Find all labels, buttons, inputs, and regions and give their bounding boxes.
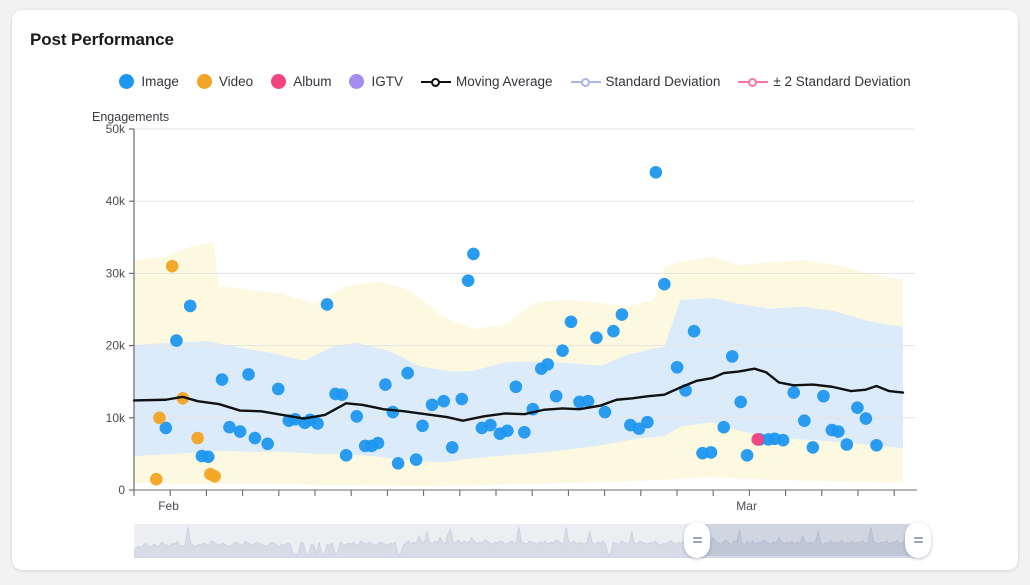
grip-handle-icon [913, 541, 923, 543]
scatter-point-image[interactable] [271, 382, 285, 396]
scatter-plot-svg[interactable]: 0 10k 20k 30k 40k 50k Feb Mar [12, 10, 1018, 530]
scatter-point-image[interactable] [851, 401, 864, 414]
scatter-point-image[interactable] [798, 414, 811, 427]
scatter-point-image[interactable] [564, 315, 578, 329]
scatter-point-video[interactable] [208, 469, 221, 483]
scatter-point-image[interactable] [467, 247, 480, 261]
scatter-point-image[interactable] [541, 358, 554, 371]
scatter-point-image[interactable] [549, 389, 563, 403]
y-tick-label: 20k [106, 339, 126, 353]
scatter-point-video[interactable] [165, 259, 179, 273]
grip-handle-icon [692, 541, 702, 543]
grip-handle-icon [913, 537, 923, 539]
scatter-point-image[interactable] [870, 438, 883, 452]
scatter-point-image[interactable] [776, 433, 790, 447]
scatter-point-image[interactable] [725, 350, 739, 363]
scatter-point-image[interactable] [242, 368, 255, 381]
chart-plot-area[interactable]: 0 10k 20k 30k 40k 50k Feb Mar [12, 10, 1018, 570]
scatter-point-image[interactable] [233, 425, 247, 438]
scatter-point-image[interactable] [261, 437, 274, 451]
scatter-point-image[interactable] [437, 394, 451, 408]
scatter-point-image[interactable] [717, 420, 731, 434]
y-tick-label: 50k [106, 122, 126, 136]
scatter-point-image[interactable] [787, 386, 801, 399]
scatter-point-image[interactable] [598, 405, 612, 419]
scatter-point-image[interactable] [670, 360, 684, 374]
scatter-point-image[interactable] [320, 298, 334, 311]
scatter-point-image[interactable] [817, 389, 830, 403]
scatter-point-image[interactable] [607, 324, 620, 338]
scatter-point-image[interactable] [339, 449, 353, 462]
brush-sparkline[interactable] [134, 522, 922, 558]
scatter-point-image[interactable] [416, 419, 429, 433]
scatter-point-image[interactable] [371, 436, 385, 450]
scatter-point-image[interactable] [248, 431, 262, 445]
scatter-point-image[interactable] [641, 415, 654, 429]
scatter-point-video[interactable] [149, 472, 163, 486]
scatter-point-image[interactable] [832, 425, 845, 438]
scatter-point-image[interactable] [461, 274, 475, 287]
scatter-point-image[interactable] [445, 441, 459, 454]
scatter-point-image[interactable] [687, 324, 701, 338]
y-tick-label: 0 [118, 483, 125, 497]
scatter-point-image[interactable] [215, 373, 229, 386]
scatter-point-image[interactable] [386, 405, 400, 419]
scatter-point-image[interactable] [518, 425, 531, 439]
scatter-point-image[interactable] [170, 334, 183, 347]
scatter-point-image[interactable] [509, 380, 523, 394]
scatter-point-image[interactable] [379, 378, 392, 391]
scatter-point-image[interactable] [859, 412, 873, 425]
scatter-point-image[interactable] [658, 277, 671, 291]
y-tick-label: 10k [106, 411, 126, 425]
x-tick-label: Mar [736, 499, 757, 513]
scatter-point-image[interactable] [183, 299, 197, 313]
scatter-point-image[interactable] [409, 453, 423, 466]
brush-selection[interactable] [697, 524, 919, 556]
scatter-point-image[interactable] [649, 166, 663, 179]
scatter-point-album[interactable] [751, 433, 764, 446]
scatter-point-image[interactable] [391, 456, 405, 470]
scatter-point-image[interactable] [615, 308, 629, 321]
grip-handle-icon [692, 537, 702, 539]
y-tick-label: 30k [106, 266, 126, 280]
y-tick-label: 40k [106, 194, 126, 208]
x-tick-label: Feb [158, 499, 179, 513]
brush-left-handle[interactable] [684, 522, 711, 558]
scatter-point-image[interactable] [704, 446, 718, 459]
scatter-point-image[interactable] [734, 395, 748, 409]
scatter-point-image[interactable] [401, 366, 414, 380]
scatter-point-image[interactable] [350, 410, 364, 423]
brush-right-handle[interactable] [905, 522, 932, 558]
scatter-point-image[interactable] [806, 441, 820, 454]
scatter-point-image[interactable] [556, 344, 569, 357]
post-performance-card: Post Performance Image Video Album IGTV Movi… [12, 10, 1018, 570]
scatter-point-image[interactable] [840, 438, 854, 451]
scatter-point-image[interactable] [484, 418, 497, 432]
scatter-point-video[interactable] [191, 431, 204, 445]
scatter-point-image[interactable] [201, 450, 215, 464]
scatter-point-image[interactable] [581, 394, 595, 408]
scatter-point-image[interactable] [425, 398, 439, 412]
time-range-brush[interactable] [134, 522, 932, 560]
scatter-point-image[interactable] [590, 331, 603, 344]
scatter-point-image[interactable] [455, 392, 469, 406]
scatter-point-video[interactable] [153, 411, 166, 425]
scatter-point-image[interactable] [740, 449, 754, 462]
scatter-point-image[interactable] [335, 388, 349, 402]
scatter-point-image[interactable] [501, 424, 514, 438]
scatter-point-image[interactable] [311, 417, 324, 430]
